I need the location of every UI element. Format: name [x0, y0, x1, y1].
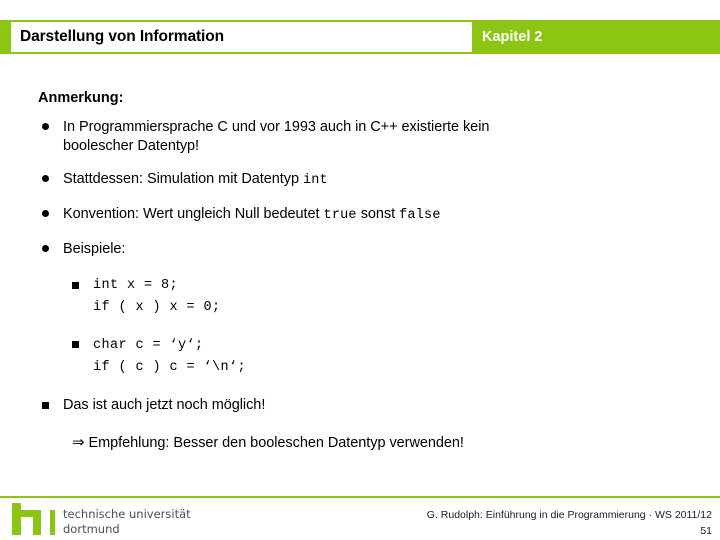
bullet-list: In Programmiersprache C und vor 1993 auc…: [0, 118, 720, 451]
code-line: if ( c ) c = ‘\n‘;: [93, 359, 247, 375]
logo-line-1: technische universität: [63, 507, 191, 521]
list-item: Stattdessen: Simulation mit Datentyp int: [42, 170, 720, 190]
code-line: char c = ‘y‘;: [93, 337, 204, 353]
recommendation-line: ⇒ Empfehlung: Besser den booleschen Date…: [72, 433, 720, 451]
tu-dortmund-logo: technische universität dortmund: [11, 503, 191, 540]
bullet-square-icon: [42, 397, 63, 416]
code-list-item: int x = 8; if ( x ) x = 0;: [72, 275, 720, 319]
bullet-dot-icon: [42, 170, 63, 189]
list-item-label-mid: sonst: [356, 206, 400, 223]
footer-credit: G. Rudolph: Einführung in die Programmie…: [426, 509, 712, 521]
slide-title-box: Darstellung von Information: [11, 22, 472, 52]
slide-header-bar: Darstellung von Information Kapitel 2: [0, 20, 720, 54]
bullet-square-icon: [72, 277, 93, 296]
bullet-dot-icon: [42, 118, 63, 137]
list-item-label: In Programmiersprache C und vor 1993 auc…: [63, 119, 490, 135]
bullet-dot-icon: [42, 205, 63, 224]
bullet-square-icon: [72, 337, 93, 356]
code-line: if ( x ) x = 0;: [93, 299, 221, 315]
page-number: 51: [700, 524, 712, 537]
logo-line-2: dortmund: [63, 521, 120, 536]
list-item: Konvention: Wert ungleich Null bedeutet …: [42, 205, 720, 225]
list-item: Beispiele:: [42, 240, 720, 259]
list-item-label: Beispiele:: [63, 240, 126, 257]
inline-code-int: int: [302, 173, 328, 189]
inline-code-false: false: [399, 208, 441, 224]
footer-credit-block: G. Rudolph: Einführung in die Programmie…: [427, 508, 712, 540]
code-list-item: char c = ‘y‘; if ( c ) c = ‘\n‘;: [72, 335, 720, 379]
inline-code-true: true: [323, 208, 357, 224]
tu-logo-icon: [11, 503, 58, 540]
recommendation-label: Empfehlung: Besser den booleschen Datent…: [88, 434, 464, 451]
list-item-label-cont: boolescher Datentyp!: [63, 138, 200, 155]
double-arrow-icon: ⇒: [72, 432, 85, 451]
code-line: int x = 8;: [93, 278, 179, 293]
page-title: Darstellung von Information: [20, 28, 224, 45]
bullet-dot-icon: [42, 240, 63, 259]
chapter-label: Kapitel 2: [482, 29, 543, 45]
section-heading: Anmerkung:: [38, 90, 124, 106]
list-item: Das ist auch jetzt noch möglich!: [42, 396, 720, 416]
footer-divider: [0, 496, 720, 498]
list-item-label: Das ist auch jetzt noch möglich!: [63, 397, 266, 414]
list-item: In Programmiersprache C und vor 1993 auc…: [42, 118, 720, 156]
list-item-label: Stattdessen: Simulation mit Datentyp: [63, 171, 303, 188]
list-item-label: Konvention: Wert ungleich Null bedeutet: [63, 206, 324, 223]
